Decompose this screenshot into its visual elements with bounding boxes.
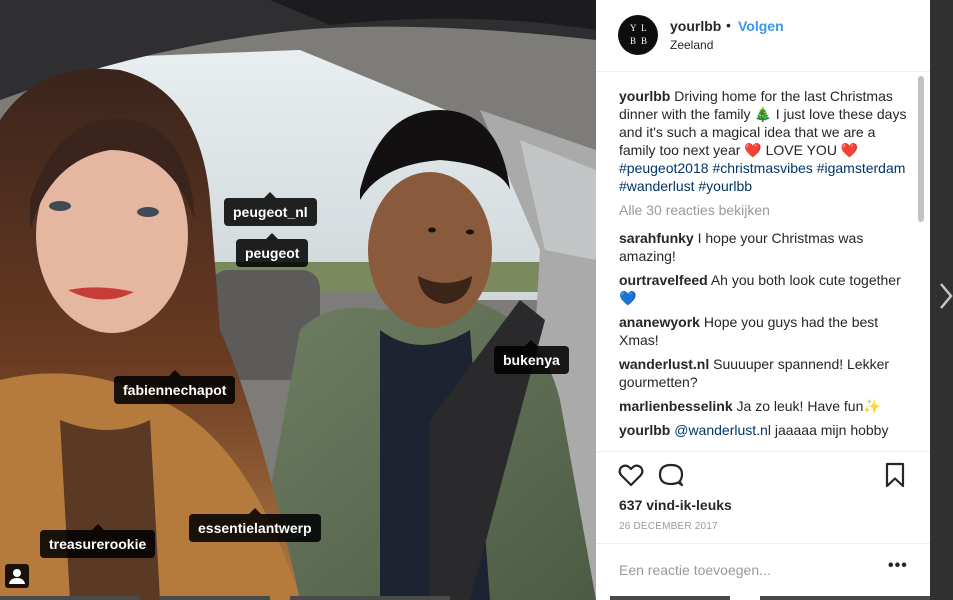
comment-button[interactable] [657,461,685,489]
comment-item: yourlbb @wanderlust.nl jaaaaa mijn hobby [619,421,909,439]
post-date[interactable]: 26 DECEMBER 2017 [619,521,718,532]
photo-tag-treasurerookie[interactable]: treasurerookie [40,524,156,558]
comment-item: sarahfunky I hope your Christmas was ama… [619,229,909,265]
comment-username[interactable]: sarahfunky [619,230,694,246]
photo-tag-label: peugeot_nl [233,204,308,220]
comment-text: jaaaaa mijn hobby [774,422,889,438]
photo-tag-label: bukenya [503,352,560,368]
heart-icon [618,464,644,487]
comment-username[interactable]: yourlbb [619,422,670,438]
bookmark-icon [885,462,905,488]
like-button[interactable] [617,461,645,489]
comment-icon [658,463,684,487]
likes-count[interactable]: 637 vind-ik-leuks [619,497,732,513]
comment-item: wanderlust.nl Suuuuper spannend! Lekker … [619,355,909,391]
photo-tag-label: peugeot [245,245,300,261]
photo-tag-peugeot[interactable]: peugeot [236,233,309,267]
comment-input[interactable] [619,558,869,582]
user-tag-icon [9,569,25,584]
add-comment-bar: ••• [596,543,930,600]
user-tag-button[interactable] [5,564,29,588]
photo-tag-label: fabiennechapot [123,382,227,398]
post-photo[interactable]: peugeot_nl peugeot fabiennechapot bukeny… [0,0,596,600]
photo-tag-fabiennechapot[interactable]: fabiennechapot [114,370,236,404]
header-username[interactable]: yourlbb [670,18,721,34]
comments-list[interactable]: yourlbb Driving home for the last Christ… [619,87,909,451]
avatar[interactable]: Y L B B [618,15,658,55]
photo-tag-bukenya[interactable]: bukenya [494,340,569,374]
avatar-letter: B [641,36,648,46]
hashtag-link[interactable]: #igamsterdam [817,160,906,176]
chevron-right-icon [940,283,953,309]
separator-dot: • [726,17,731,33]
scrollbar-thumb[interactable] [918,76,924,222]
comment-mention[interactable]: @wanderlust.nl [674,422,771,438]
comment-username[interactable]: ananewyork [619,314,700,330]
comment-item: ananewyork Hope you guys had the best Xm… [619,313,909,349]
photo-illustration [0,0,596,600]
background-thumbnail [290,596,450,600]
instagram-post-modal: peugeot_nl peugeot fabiennechapot bukeny… [0,0,953,600]
more-options-button[interactable]: ••• [888,557,908,575]
hashtag-link[interactable]: #wanderlust [619,178,695,194]
comments-scrollbar[interactable] [917,74,925,450]
hashtag-link[interactable]: #yourlbb [698,178,752,194]
comment-username[interactable]: ourtravelfeed [619,272,708,288]
next-post-button[interactable] [939,282,953,310]
save-button[interactable] [881,461,909,489]
background-thumbnail [760,596,930,600]
action-bar [596,451,930,491]
comment-username[interactable]: wanderlust.nl [619,356,709,372]
avatar-letter: Y [630,23,637,33]
background-thumbnail [610,596,730,600]
follow-button[interactable]: Volgen [738,18,784,34]
avatar-letter: B [630,36,637,46]
background-thumbnail [0,596,140,600]
comment-item: ourtravelfeed Ah you both look cute toge… [619,271,909,307]
photo-tag-label: treasurerookie [49,536,147,552]
photo-tag-essentielantwerp[interactable]: essentielantwerp [189,508,321,542]
hashtag-link[interactable]: #peugeot2018 [619,160,709,176]
caption-username[interactable]: yourlbb [619,88,670,104]
photo-tag-peugeot-nl[interactable]: peugeot_nl [224,192,317,226]
view-all-comments-link[interactable]: Alle 30 reacties bekijken [619,201,909,219]
hashtag-link[interactable]: #christmasvibes [712,160,812,176]
caption: yourlbb Driving home for the last Christ… [619,87,909,195]
location-link[interactable]: Zeeland [670,38,713,52]
avatar-letter: L [641,23,647,33]
comment-text: Ja zo leuk! Have fun✨ [736,398,881,414]
comment-item: marlienbesselink Ja zo leuk! Have fun✨ [619,397,909,415]
post-header: Y L B B yourlbb • Volgen Zeeland [596,0,930,72]
photo-tag-label: essentielantwerp [198,520,312,536]
comment-username[interactable]: marlienbesselink [619,398,733,414]
background-thumbnail [160,596,270,600]
post-side-panel: Y L B B yourlbb • Volgen Zeeland yourlbb… [596,0,930,600]
